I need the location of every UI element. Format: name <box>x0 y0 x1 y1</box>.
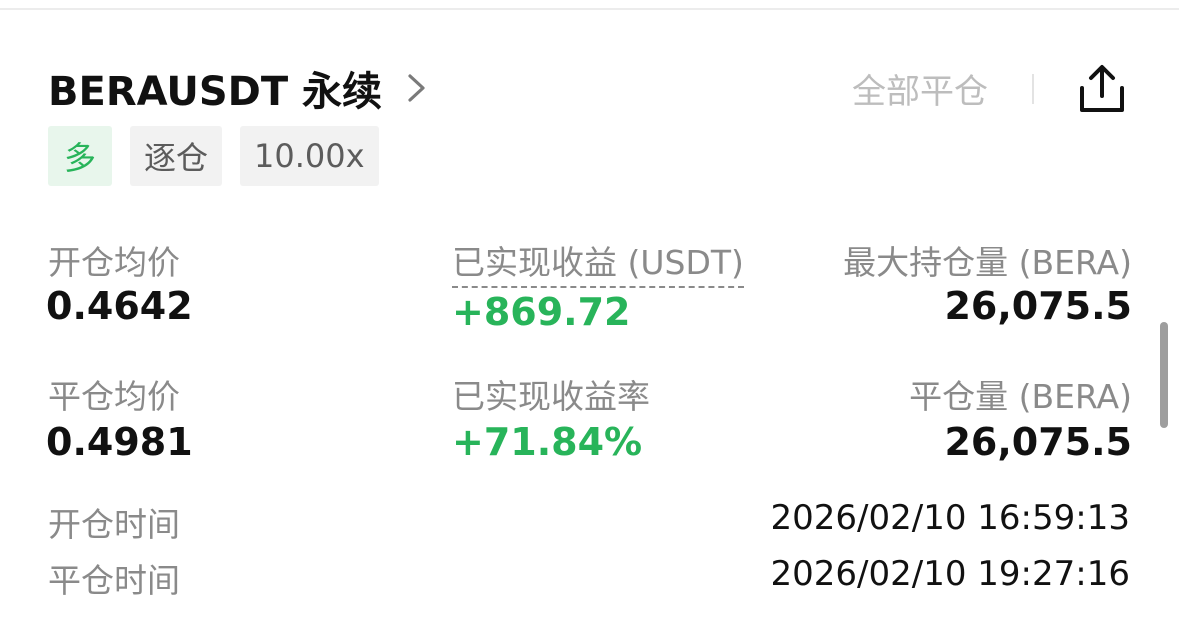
close-all-button[interactable]: 全部平仓 <box>852 64 988 113</box>
realized-pnl-rate-label: 已实现收益率 <box>452 377 650 416</box>
position-header[interactable]: BERAUSDT 永续 <box>48 60 428 116</box>
closed-amount-value: 26,075.5 <box>944 420 1132 464</box>
top-divider <box>0 8 1179 10</box>
close-avg-price-value: 0.4981 <box>46 420 193 464</box>
leverage-tag: 10.00x <box>240 126 379 186</box>
realized-pnl-label[interactable]: 已实现收益 (USDT) <box>452 236 744 288</box>
chevron-right-icon[interactable] <box>406 70 428 106</box>
share-icon[interactable] <box>1076 60 1128 116</box>
open-time-label: 开仓时间 <box>48 505 180 544</box>
side-tag: 多 <box>48 126 113 186</box>
close-avg-price-label: 平仓均价 <box>48 377 180 416</box>
scrollbar[interactable] <box>1160 322 1168 428</box>
header-divider <box>1032 74 1034 104</box>
margin-mode-tag: 逐仓 <box>130 126 223 186</box>
pair-title[interactable]: BERAUSDT 永续 <box>48 59 382 117</box>
realized-pnl-value: +869.72 <box>452 290 631 334</box>
open-avg-price-value: 0.4642 <box>46 284 193 328</box>
close-time-label: 平仓时间 <box>48 561 180 600</box>
open-time-value: 2026/02/10 16:59:13 <box>770 498 1130 538</box>
open-avg-price-label: 开仓均价 <box>48 243 180 282</box>
closed-amount-label: 平仓量 (BERA) <box>909 377 1132 416</box>
max-position-value: 26,075.5 <box>944 284 1132 328</box>
position-tags: 多 逐仓 10.00x <box>48 126 379 186</box>
close-time-value: 2026/02/10 19:27:16 <box>770 554 1130 594</box>
realized-pnl-rate-value: +71.84% <box>452 420 643 464</box>
max-position-label: 最大持仓量 (BERA) <box>843 243 1132 282</box>
